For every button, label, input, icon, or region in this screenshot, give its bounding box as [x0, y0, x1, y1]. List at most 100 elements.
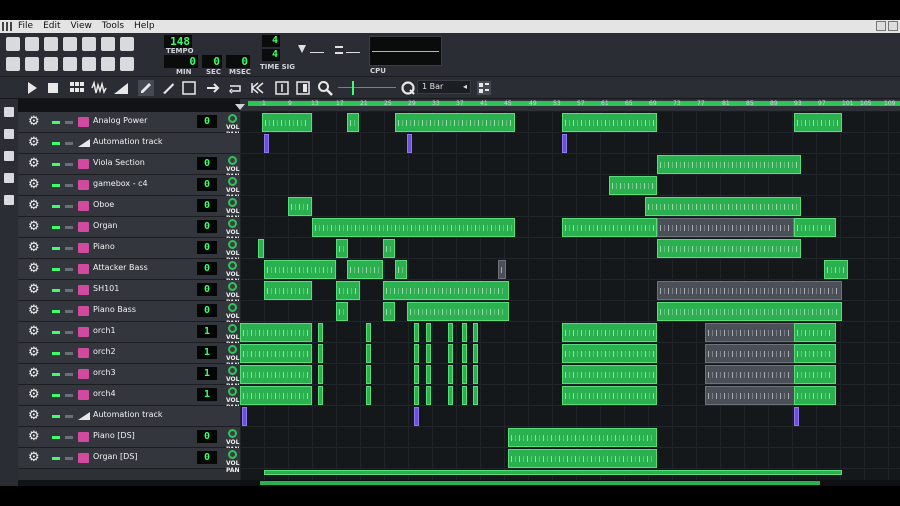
- mixer-channel-display[interactable]: 0: [197, 199, 217, 212]
- automation-pattern[interactable]: [407, 134, 412, 153]
- mixer-channel-display[interactable]: 1: [197, 325, 217, 338]
- track-name[interactable]: gamebox - c4: [93, 179, 148, 188]
- solo-toggle[interactable]: [65, 289, 73, 292]
- scrollbar-thumb[interactable]: [260, 481, 820, 485]
- pattern-clip[interactable]: [336, 302, 348, 321]
- mute-toggle[interactable]: [52, 394, 60, 397]
- muted-pattern[interactable]: [705, 344, 795, 363]
- pattern-clip[interactable]: [414, 344, 419, 363]
- gear-icon[interactable]: ⚙: [28, 346, 40, 360]
- pattern-clip[interactable]: [462, 365, 467, 384]
- timesig-denominator[interactable]: 4: [262, 49, 280, 61]
- pattern-clip[interactable]: [473, 323, 478, 342]
- mixer-channel-display[interactable]: 0: [197, 178, 217, 191]
- my-projects-icon[interactable]: [4, 129, 14, 139]
- menu-tools[interactable]: Tools: [102, 20, 124, 33]
- automation-editor-icon[interactable]: [63, 57, 77, 71]
- song-editor-icon[interactable]: [6, 57, 20, 71]
- automation-pattern[interactable]: [794, 407, 799, 426]
- pattern-clip[interactable]: [562, 344, 657, 363]
- automation-pattern[interactable]: [242, 407, 247, 426]
- automation-pattern[interactable]: [562, 134, 567, 153]
- mute-toggle[interactable]: [52, 310, 60, 313]
- new-project-icon[interactable]: [6, 37, 20, 51]
- play-icon[interactable]: [24, 80, 40, 96]
- pattern-clip[interactable]: [562, 113, 657, 132]
- gear-icon[interactable]: ⚙: [28, 409, 40, 423]
- track-lane[interactable]: [240, 154, 900, 175]
- pattern-clip[interactable]: [264, 470, 842, 475]
- pattern-clip[interactable]: [240, 323, 312, 342]
- pattern-clip[interactable]: [264, 260, 336, 279]
- instrument-track-header[interactable]: ⚙orch21VOL PAN: [18, 343, 240, 369]
- gear-icon[interactable]: ⚙: [28, 283, 40, 297]
- pattern-clip[interactable]: [462, 344, 467, 363]
- pattern-clip[interactable]: [347, 260, 383, 279]
- project-notes-icon[interactable]: [120, 57, 134, 71]
- mute-toggle[interactable]: [52, 184, 60, 187]
- pattern-clip[interactable]: [366, 344, 371, 363]
- pattern-clip[interactable]: [366, 323, 371, 342]
- auto-scroll-icon[interactable]: [205, 80, 221, 96]
- master-volume-slider[interactable]: [310, 52, 324, 53]
- automation-pattern[interactable]: [414, 407, 419, 426]
- mixer-channel-display[interactable]: 0: [197, 115, 217, 128]
- restore-button[interactable]: [876, 21, 886, 31]
- track-lane[interactable]: [240, 259, 900, 280]
- menu-view[interactable]: View: [71, 20, 92, 33]
- volume-knob[interactable]: [228, 282, 237, 291]
- mixer-channel-display[interactable]: 0: [197, 430, 217, 443]
- pattern-clip[interactable]: [383, 239, 395, 258]
- pattern-clip[interactable]: [645, 197, 801, 216]
- mixer-channel-display[interactable]: 0: [197, 304, 217, 317]
- instrument-track-header[interactable]: ⚙Attacker Bass0VOL PAN: [18, 259, 240, 285]
- menu-help[interactable]: Help: [134, 20, 155, 33]
- solo-toggle[interactable]: [65, 268, 73, 271]
- solo-toggle[interactable]: [65, 184, 73, 187]
- mixer-channel-display[interactable]: 0: [197, 262, 217, 275]
- mute-toggle[interactable]: [52, 247, 60, 250]
- quantize-select[interactable]: 1 Bar ◂: [417, 80, 471, 94]
- mute-toggle[interactable]: [52, 163, 60, 166]
- pattern-clip[interactable]: [347, 113, 359, 132]
- pattern-clip[interactable]: [395, 113, 515, 132]
- instrument-track-header[interactable]: ⚙Piano [DS]0VOL PAN: [18, 427, 240, 453]
- gear-icon[interactable]: ⚙: [28, 220, 40, 234]
- pattern-clip[interactable]: [609, 176, 657, 195]
- timesig-numerator[interactable]: 4: [262, 35, 280, 47]
- playhead-marker[interactable]: [235, 104, 245, 110]
- pattern-clip[interactable]: [240, 365, 312, 384]
- pattern-clip[interactable]: [508, 428, 657, 447]
- automation-track-header[interactable]: ⚙ Automation track: [18, 133, 240, 154]
- muted-pattern[interactable]: [657, 218, 794, 237]
- instrument-track-header[interactable]: ⚙Piano0VOL PAN: [18, 238, 240, 264]
- computer-icon[interactable]: [4, 195, 14, 205]
- volume-knob[interactable]: [228, 387, 237, 396]
- loop-region[interactable]: [248, 101, 900, 106]
- menu-file[interactable]: File: [18, 20, 33, 33]
- mixer-icon[interactable]: [82, 57, 96, 71]
- solo-toggle[interactable]: [65, 457, 73, 460]
- stop-icon[interactable]: [45, 80, 61, 96]
- tiling-icon[interactable]: [476, 80, 492, 96]
- stop-behaviour-icon[interactable]: [249, 80, 265, 96]
- track-lane[interactable]: [240, 175, 900, 196]
- pattern-clip[interactable]: [562, 323, 657, 342]
- pattern-clip[interactable]: [448, 386, 453, 405]
- mute-toggle[interactable]: [52, 352, 60, 355]
- my-presets-icon[interactable]: [4, 173, 14, 183]
- pattern-clip[interactable]: [508, 449, 657, 468]
- instrument-track-header[interactable]: ⚙gamebox - c40VOL PAN: [18, 175, 240, 201]
- pattern-clip[interactable]: [318, 323, 323, 342]
- gear-icon[interactable]: ⚙: [28, 451, 40, 465]
- solo-toggle[interactable]: [65, 121, 73, 124]
- volume-knob[interactable]: [228, 261, 237, 270]
- instrument-track-header[interactable]: ⚙orch41VOL PAN: [18, 385, 240, 411]
- track-name[interactable]: orch4: [93, 389, 116, 398]
- mixer-channel-display[interactable]: 0: [197, 220, 217, 233]
- pattern-clip[interactable]: [414, 386, 419, 405]
- pattern-clip[interactable]: [312, 218, 515, 237]
- solo-toggle[interactable]: [65, 163, 73, 166]
- volume-knob[interactable]: [228, 345, 237, 354]
- mute-toggle[interactable]: [52, 121, 60, 124]
